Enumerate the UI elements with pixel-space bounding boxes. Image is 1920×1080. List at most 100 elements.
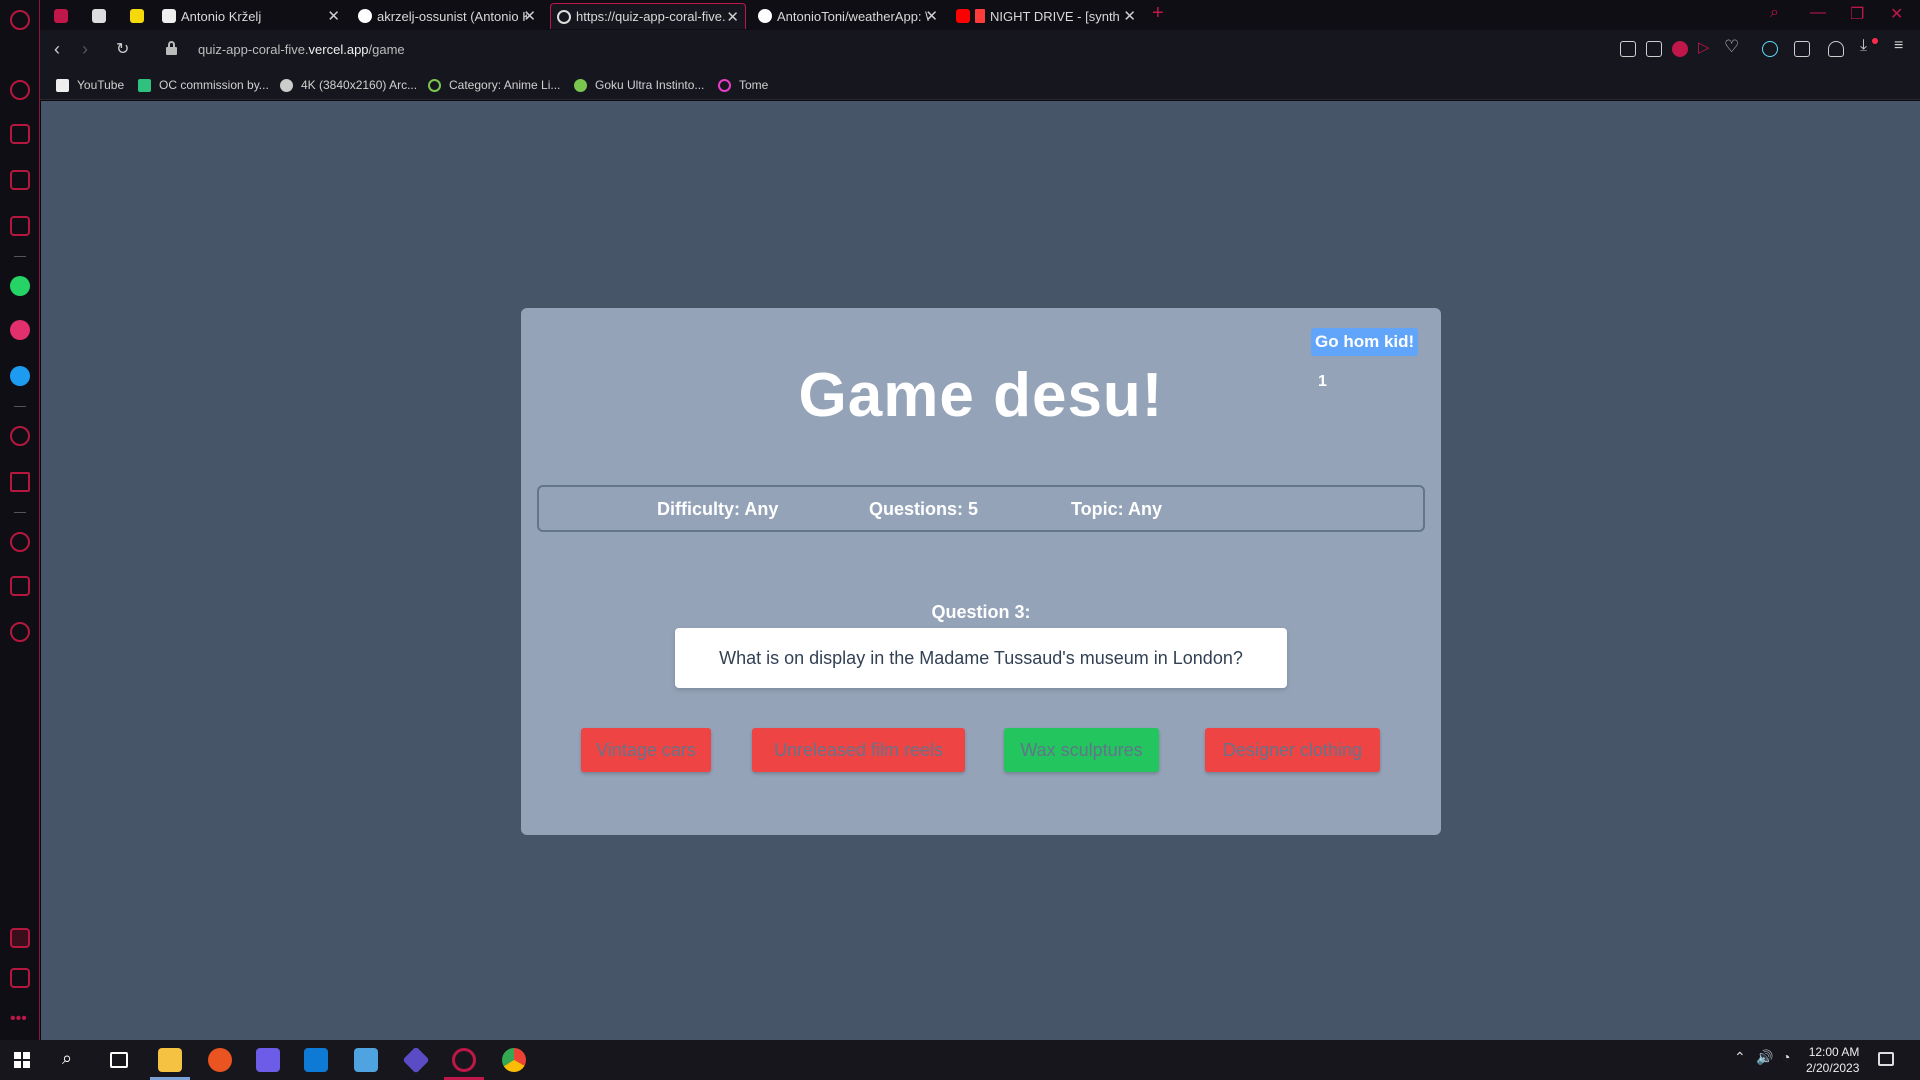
tab-antonio-krzelj[interactable]: Antonio Krželj ✕ <box>156 3 346 29</box>
send-icon[interactable] <box>10 472 30 492</box>
reload-button[interactable]: ↻ <box>116 39 129 59</box>
bookmark-label: Goku Ultra Instinto... <box>595 78 705 92</box>
forward-button[interactable]: › <box>82 39 88 60</box>
whatsapp-icon[interactable] <box>10 276 30 296</box>
answer-button-3[interactable]: Wax sculptures <box>1004 728 1159 772</box>
show-hidden-icons[interactable]: ⌃ <box>1734 1049 1746 1066</box>
keep-favicon-icon <box>130 9 144 23</box>
search-icon[interactable]: ⌕ <box>62 1048 72 1069</box>
question-number: Question 3: <box>931 602 1031 622</box>
answer-button-1[interactable]: Vintage cars <box>581 728 711 772</box>
tab-github-weatherapp[interactable]: AntonioToni/weatherApp: \ ✕ <box>752 3 944 29</box>
github-icon <box>758 9 772 23</box>
bookmark-oc-commission[interactable]: OC commission by... <box>138 78 269 92</box>
quiz-card: Go hom kid! 1 Game desu! Difficulty: Any… <box>521 308 1441 835</box>
windows-start-icon[interactable] <box>14 1052 30 1068</box>
azure-data-studio-icon[interactable] <box>354 1048 378 1072</box>
url-path: /game <box>368 42 405 57</box>
more-icon[interactable]: ••• <box>10 1010 27 1028</box>
questions-info: Questions: 5 <box>869 499 979 519</box>
close-tab-icon[interactable]: ✕ <box>1123 7 1136 25</box>
instagram-icon[interactable] <box>10 320 30 340</box>
player-icon[interactable] <box>10 426 30 446</box>
opera-logo-icon[interactable] <box>10 10 30 30</box>
close-window-button[interactable]: ✕ <box>1890 4 1903 24</box>
file-explorer-icon[interactable] <box>158 1048 182 1072</box>
snapshot-camera-icon[interactable] <box>1646 41 1662 57</box>
bookmark-category-anime[interactable]: Category: Anime Li... <box>428 78 560 92</box>
lock-icon[interactable] <box>166 41 177 55</box>
tome-icon <box>718 78 731 92</box>
profile-icon[interactable] <box>1828 41 1844 57</box>
react-devtools-icon[interactable] <box>1762 41 1778 57</box>
globe-icon <box>557 9 571 24</box>
tab-pinned-image[interactable] <box>86 3 112 29</box>
restore-button[interactable]: ❐ <box>1850 4 1864 24</box>
ubuntu-icon[interactable] <box>208 1048 232 1072</box>
notes-app-icon[interactable] <box>256 1048 280 1072</box>
gx-corner-icon[interactable] <box>10 216 30 236</box>
twitch-icon[interactable] <box>10 170 30 190</box>
briefcase-icon[interactable] <box>10 124 30 144</box>
wordpress-icon <box>280 78 293 92</box>
close-tab-icon[interactable]: ✕ <box>523 7 536 25</box>
speed-dial-icon[interactable] <box>10 80 30 100</box>
bookmark-heart-icon[interactable]: ♡ <box>1724 37 1739 57</box>
tab-title: NIGHT DRIVE - [synthw <box>990 8 1120 24</box>
page-icon <box>56 78 69 92</box>
opera-gx-icon[interactable] <box>452 1048 476 1072</box>
sidebar-divider <box>14 256 26 257</box>
clock-date: 2/20/2023 <box>1806 1061 1860 1075</box>
extensions-cube-icon[interactable] <box>1794 41 1810 57</box>
tab-discord[interactable] <box>48 3 74 29</box>
easy-setup-menu-icon[interactable]: ≡ <box>1894 37 1903 55</box>
bookmark-4k-wallpaper[interactable]: 4K (3840x2160) Arc... <box>280 78 417 92</box>
go-home-button[interactable]: Go hom kid! <box>1311 328 1419 356</box>
quiz-info-bar: Difficulty: Any Questions: 5 Topic: Any <box>537 485 1425 532</box>
system-clock[interactable]: 12:00 AM 2/20/2023 <box>1806 1044 1859 1076</box>
search-tabs-icon[interactable]: ⌕ <box>1770 4 1779 22</box>
visual-studio-icon[interactable] <box>402 1046 430 1074</box>
bookmark-goku[interactable]: Goku Ultra Instinto... <box>574 78 704 92</box>
extensions-cube-icon[interactable] <box>10 576 30 596</box>
bookmark-tome[interactable]: Tome <box>718 78 768 92</box>
url-field[interactable]: quiz-app-coral-five.vercel.app/game <box>198 42 405 57</box>
tab-quiz-app[interactable]: https://quiz-app-coral-five. ✕ <box>550 3 746 29</box>
downloads-icon[interactable]: ⤓ <box>1860 37 1867 55</box>
wallpaper-icon[interactable] <box>10 968 30 988</box>
answer-button-4[interactable]: Designer clothing <box>1205 728 1380 772</box>
minimize-button[interactable]: — <box>1810 4 1826 22</box>
back-button[interactable]: ‹ <box>54 39 60 60</box>
vscode-icon[interactable] <box>304 1048 328 1072</box>
send-flow-icon[interactable]: ▷ <box>1698 38 1710 56</box>
image-favicon-icon <box>92 9 106 23</box>
browser-sidebar: ••• <box>0 0 40 1040</box>
page-title: Game desu! <box>798 361 1164 430</box>
bookmarks-bar: YouTube OC commission by... 4K (3840x216… <box>40 70 1920 100</box>
close-tab-icon[interactable]: ✕ <box>925 7 938 25</box>
adblock-shield-icon[interactable] <box>1672 41 1688 57</box>
share-icon[interactable] <box>1620 41 1636 57</box>
settings-gear-icon[interactable] <box>10 622 30 642</box>
tab-github-ossunist[interactable]: akrzelj-ossunist (Antonio K ✕ <box>352 3 542 29</box>
new-tab-button[interactable]: + <box>1152 2 1164 25</box>
chrome-icon[interactable] <box>502 1048 526 1072</box>
bookmark-label: 4K (3840x2160) Arc... <box>301 78 418 92</box>
tab-youtube-night-drive[interactable]: NIGHT DRIVE - [synthw ✕ <box>950 3 1142 29</box>
wifi-icon[interactable]: ◔ <box>1782 1049 1790 1065</box>
volume-icon[interactable]: 🔊 <box>1756 1049 1773 1066</box>
task-view-icon[interactable] <box>110 1052 128 1068</box>
close-tab-icon[interactable]: ✕ <box>726 8 739 26</box>
history-icon[interactable] <box>10 532 30 552</box>
network-limiter-icon[interactable] <box>10 928 30 948</box>
audio-playing-icon[interactable] <box>975 9 985 23</box>
notifications-icon[interactable] <box>1878 1052 1894 1066</box>
gamepad-icon <box>54 9 68 23</box>
twitter-icon[interactable] <box>10 366 30 386</box>
download-badge <box>1872 38 1878 44</box>
bookmark-youtube[interactable]: YouTube <box>56 78 124 92</box>
tab-pinned-keep[interactable] <box>124 3 150 29</box>
close-tab-icon[interactable]: ✕ <box>327 7 340 25</box>
answer-button-2[interactable]: Unreleased film reels <box>752 728 965 772</box>
bookmark-label: OC commission by... <box>159 78 269 92</box>
